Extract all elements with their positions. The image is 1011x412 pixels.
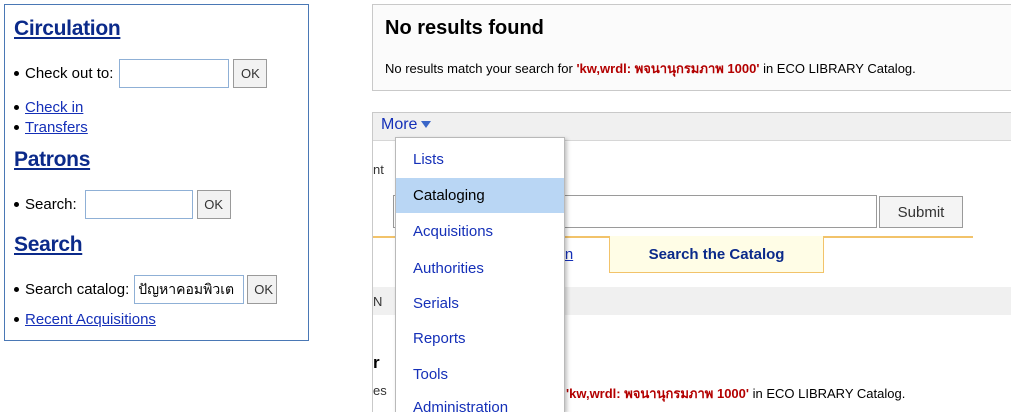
checkout-input[interactable]	[119, 59, 230, 88]
bullet-icon	[14, 287, 19, 292]
label-fragment: N	[373, 294, 383, 309]
circulation-heading[interactable]: Circulation	[14, 17, 121, 41]
message-suffix: in ECO LIBRARY Catalog.	[748, 386, 906, 401]
more-label: More	[381, 116, 418, 133]
checkout-ok-button[interactable]: OK	[233, 59, 268, 88]
patron-search-input[interactable]	[84, 190, 193, 219]
menu-item-lists[interactable]: Lists	[396, 142, 564, 177]
no-results-panel: No results found No results match your s…	[372, 4, 1011, 91]
bullet-icon	[14, 105, 19, 110]
checkout-row: Check out to: OK	[14, 59, 268, 88]
heading-fragment: r	[373, 353, 380, 372]
catalog-search-row: Search catalog: OK	[14, 275, 278, 304]
transfers-row: Transfers	[14, 119, 88, 136]
patrons-heading[interactable]: Patrons	[14, 148, 90, 172]
menu-item-serials[interactable]: Serials	[396, 286, 564, 321]
patron-ok-button[interactable]: OK	[196, 190, 231, 219]
menu-item-cataloging[interactable]: Cataloging	[396, 178, 564, 213]
query-text: 'kw,wrdl: พจนานุกรมภาพ 1000'	[566, 386, 749, 401]
menu-item-authorities[interactable]: Authorities	[396, 251, 564, 286]
bullet-icon	[14, 317, 19, 322]
recent-row: Recent Acquisitions	[14, 311, 156, 328]
bullet-icon	[14, 71, 19, 76]
bullet-icon	[14, 202, 19, 207]
checkin-link[interactable]: Check in	[25, 99, 83, 116]
catalog-search-label: Search catalog:	[25, 281, 130, 298]
transfers-link[interactable]: Transfers	[25, 119, 88, 136]
more-dropdown-menu: Lists Cataloging Acquisitions Authoritie…	[395, 137, 565, 412]
no-results-message: No results match your search for 'kw,wrd…	[385, 58, 916, 79]
message-suffix: in ECO LIBRARY Catalog.	[759, 61, 916, 76]
query-text: 'kw,wrdl: พจนานุกรมภาพ 1000'	[576, 61, 760, 76]
label-fragment: es	[373, 383, 387, 398]
patron-search-row: Search: OK	[14, 190, 231, 219]
menu-item-reports[interactable]: Reports	[396, 321, 564, 356]
catalog-ok-button[interactable]: OK	[247, 275, 278, 304]
label-fragment: nt	[373, 162, 384, 177]
menu-item-acquisitions[interactable]: Acquisitions	[396, 214, 564, 249]
menu-item-tools[interactable]: Tools	[396, 357, 564, 392]
menu-item-administration[interactable]: Administration	[396, 390, 564, 412]
left-panel: Circulation Check out to: OK Check in Tr…	[4, 4, 309, 341]
results-message-repeat: 'kw,wrdl: พจนานุกรมภาพ 1000' in ECO LIBR…	[566, 383, 905, 404]
catalog-search-input[interactable]	[134, 275, 245, 304]
checkout-label: Check out to:	[25, 65, 114, 82]
recent-acquisitions-link[interactable]: Recent Acquisitions	[25, 311, 156, 328]
more-menu-toggle[interactable]: More	[381, 116, 432, 134]
message-prefix: No results match your search for	[385, 61, 577, 76]
no-results-title: No results found	[385, 17, 544, 39]
submit-button[interactable]: Submit	[879, 196, 963, 228]
patron-search-label: Search:	[25, 196, 77, 213]
tab-search-catalog[interactable]: Search the Catalog	[609, 236, 824, 273]
bullet-icon	[14, 125, 19, 130]
checkin-row: Check in	[14, 99, 83, 116]
search-heading[interactable]: Search	[14, 233, 83, 257]
chevron-down-icon	[421, 121, 432, 129]
